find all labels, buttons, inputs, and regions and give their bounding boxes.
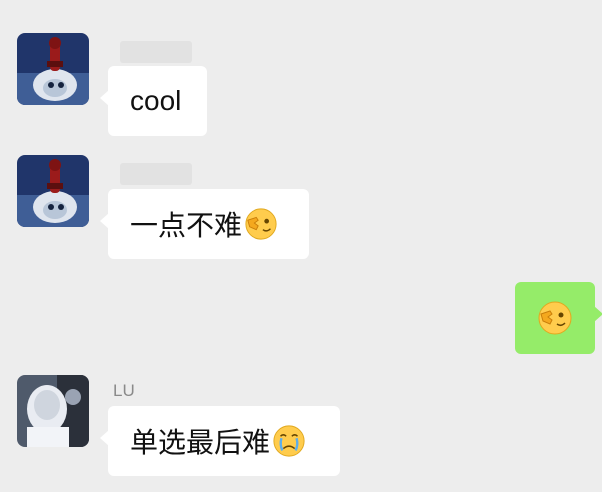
- message-text: 单选最后难: [130, 427, 271, 458]
- sender-name-placeholder: [120, 41, 192, 63]
- message-text: cool: [130, 85, 182, 116]
- sender-name: LU: [113, 381, 135, 400]
- wink-hand-emoji-icon: [245, 208, 277, 240]
- avatar-image-robot: [17, 33, 89, 105]
- avatar-image-person: [17, 375, 89, 447]
- wink-hand-emoji-icon: [538, 301, 572, 335]
- message-bubble[interactable]: 一点不难: [100, 189, 309, 259]
- crying-emoji-icon: [273, 425, 305, 457]
- message-bubble-outgoing[interactable]: [515, 282, 602, 354]
- avatar[interactable]: [17, 33, 89, 105]
- message-bubble[interactable]: cool: [100, 66, 207, 136]
- avatar-image-robot: [17, 155, 89, 227]
- avatar[interactable]: [17, 375, 89, 447]
- message-text: 一点不难: [130, 210, 243, 241]
- chat-area: cool 一点不难 LU 单选最后难: [0, 0, 602, 492]
- avatar[interactable]: [17, 155, 89, 227]
- sender-name-placeholder: [120, 163, 192, 185]
- message-bubble[interactable]: 单选最后难: [100, 406, 340, 476]
